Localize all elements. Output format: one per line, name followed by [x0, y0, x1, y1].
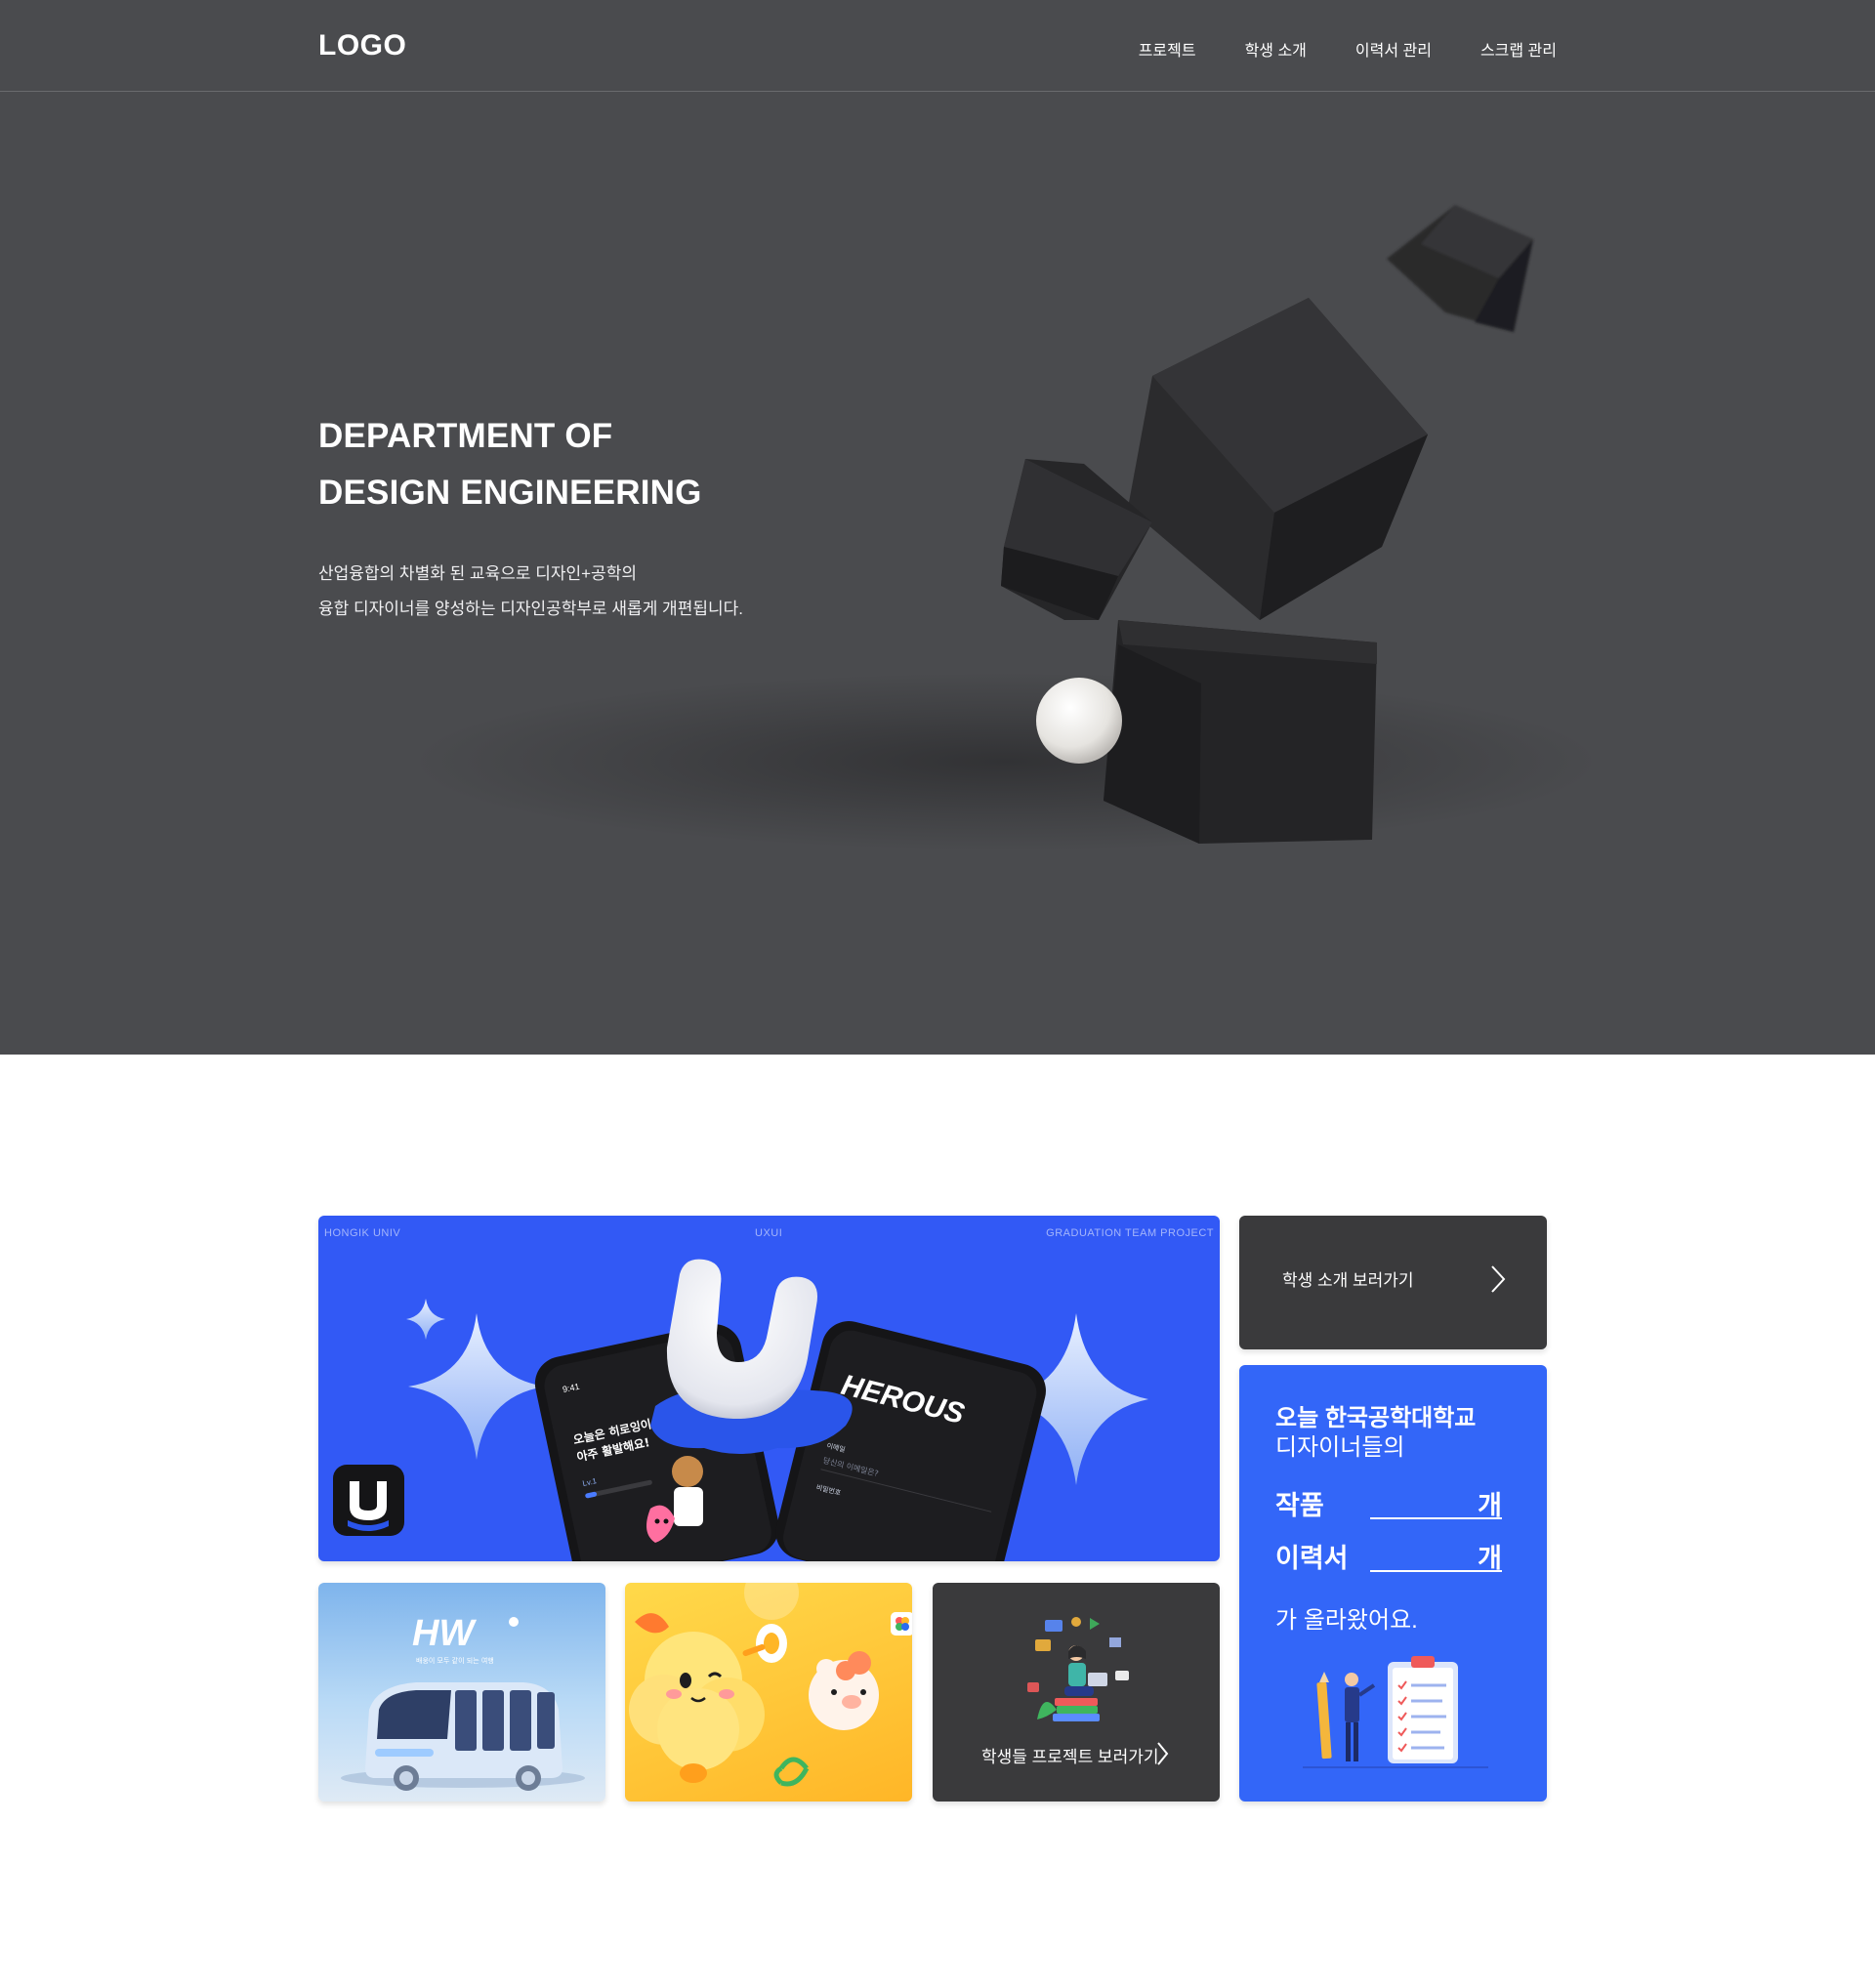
- featured-project-artwork: 9:41 오늘은 히로잉이 아주 활발해요! Lv.1 HEROUS 이메일 당…: [333, 1259, 1148, 1561]
- hw-project-artwork: HW 배웅이 모두 같이 되는 여행: [341, 1613, 585, 1791]
- hero-subtitle-line-2: 융합 디자이너를 양성하는 디자인공학부로 새롭게 개편됩니다.: [318, 600, 743, 618]
- stats-heading-line-2: 디자이너들의: [1275, 1434, 1405, 1461]
- view-student-projects-label: 학생들 프로젝트 보러가기: [981, 1748, 1159, 1766]
- recycle-icon: [773, 1757, 810, 1787]
- studying-person-illustration: [1027, 1617, 1129, 1721]
- upload-stats-card: 오늘 한국공학대학교 디자이너들의 작품 개 이력서 개 가 올라왔어요.: [1239, 1365, 1547, 1802]
- works-label: 작품: [1275, 1491, 1324, 1520]
- project-thumbnail-hw[interactable]: HW 배웅이 모두 같이 되는 여행: [318, 1583, 605, 1802]
- view-students-label: 학생 소개 보러가기: [1282, 1271, 1414, 1290]
- autonomous-shuttle-illustration: [365, 1682, 562, 1791]
- hero-3d-cubes-illustration: [1001, 205, 1533, 844]
- cube-small-top: [1387, 205, 1533, 332]
- chevron-right-icon: [1157, 1742, 1169, 1765]
- hero-title: DEPARTMENT OF DESIGN ENGINEERING: [318, 408, 743, 521]
- resumes-label: 이력서: [1275, 1544, 1349, 1573]
- hw-caption: 배웅이 모두 같이 되는 여행: [416, 1656, 494, 1665]
- hero-subtitle: 산업융합의 차별화 된 교육으로 디자인+공학의 융합 디자이너를 양성하는 디…: [318, 557, 743, 627]
- featured-project-card[interactable]: HONGIK UNIV UXUI GRADUATION TEAM PROJECT…: [318, 1216, 1220, 1561]
- cube-bottom: [1104, 620, 1377, 844]
- hero-title-line-2: DESIGN ENGINEERING: [318, 474, 702, 512]
- megaphone-icon: [756, 1624, 787, 1663]
- hw-logo-text: HW: [412, 1613, 477, 1654]
- clipboard-checklist-illustration: [1303, 1656, 1488, 1768]
- chevron-right-icon: [1491, 1265, 1506, 1293]
- view-students-button[interactable]: 학생 소개 보러가기: [1239, 1216, 1547, 1349]
- hero-section: LOGO 프로젝트 학생 소개 이력서 관리 스크랩 관리 DEPARTMENT…: [0, 0, 1875, 1055]
- app-icon: [333, 1465, 404, 1536]
- hero-subtitle-line-1: 산업융합의 차별화 된 교육으로 디자인+공학의: [318, 564, 637, 583]
- site-logo[interactable]: LOGO: [318, 29, 406, 62]
- app-badge-icon: [891, 1612, 912, 1636]
- nav-item-resume-management[interactable]: 이력서 관리: [1355, 37, 1432, 61]
- works-unit: 개: [1478, 1491, 1502, 1520]
- project-thumbnail-characters[interactable]: [625, 1583, 912, 1802]
- resumes-unit: 개: [1478, 1544, 1502, 1573]
- sparkle-star-left: [408, 1313, 545, 1460]
- stats-footer-text: 가 올라왔어요.: [1275, 1607, 1418, 1634]
- nav-item-projects[interactable]: 프로젝트: [1139, 37, 1196, 61]
- view-student-projects-button[interactable]: 학생들 프로젝트 보러가기: [933, 1583, 1220, 1802]
- white-sphere: [1036, 678, 1122, 764]
- main-nav: 프로젝트 학생 소개 이력서 관리 스크랩 관리: [1139, 37, 1557, 61]
- character-project-artwork: [629, 1583, 912, 1787]
- top-navigation-bar: LOGO 프로젝트 학생 소개 이력서 관리 스크랩 관리: [0, 0, 1875, 92]
- nav-item-scrap-management[interactable]: 스크랩 관리: [1480, 37, 1557, 61]
- sparkle-star-small: [406, 1299, 445, 1340]
- hero-text: DEPARTMENT OF DESIGN ENGINEERING 산업융합의 차…: [318, 408, 743, 627]
- white-pig-character: [809, 1651, 879, 1730]
- hero-title-line-1: DEPARTMENT OF: [318, 417, 613, 455]
- cube-small-left: [1001, 459, 1152, 620]
- nav-item-students[interactable]: 학생 소개: [1245, 37, 1307, 61]
- cube-large-middle: [1128, 298, 1428, 620]
